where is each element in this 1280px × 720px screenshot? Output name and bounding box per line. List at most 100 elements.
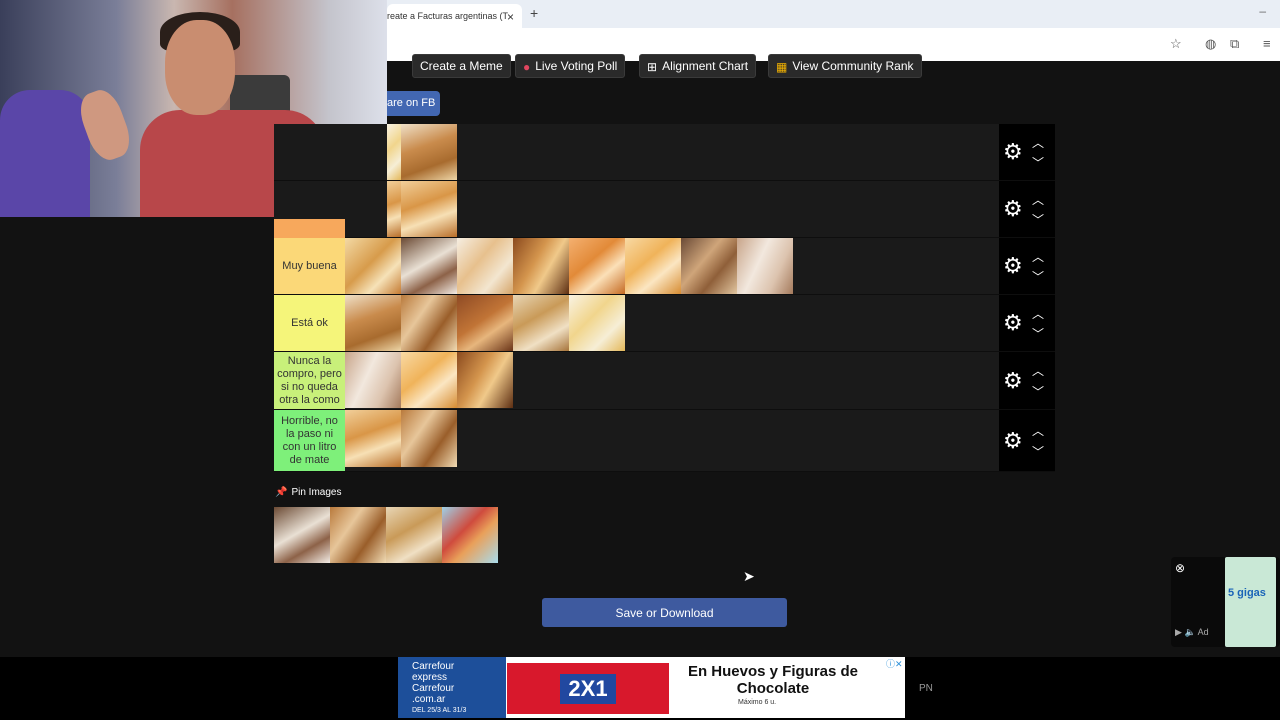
tier-controls: ⚙ ︿ ﹀ (999, 238, 1055, 294)
gear-icon[interactable]: ⚙ (1003, 139, 1023, 165)
pinned-image[interactable] (442, 507, 498, 563)
alignment-chart-button[interactable]: ⊞ Alignment Chart (639, 54, 757, 78)
tier-image[interactable] (387, 181, 401, 237)
tier-items (345, 295, 625, 351)
bottom-ad-banner[interactable]: Carrefour express Carrefour .com.ar DEL … (398, 657, 905, 718)
tier-image[interactable] (401, 124, 457, 180)
tier-controls: ⚙ ︿ ﹀ (999, 295, 1055, 351)
pinned-image[interactable] (386, 507, 442, 563)
tier-controls: ⚙ ︿ ﹀ (999, 181, 1055, 237)
tier-image[interactable] (737, 238, 793, 294)
tier-image[interactable] (387, 124, 401, 180)
save-or-download-button[interactable]: Save or Download (542, 598, 787, 627)
chevron-up-icon[interactable]: ︿ (1032, 422, 1044, 439)
chevron-down-icon[interactable]: ﹀ (1032, 154, 1044, 171)
tier-image[interactable] (401, 410, 457, 467)
tier-image[interactable] (457, 238, 513, 294)
tier-image[interactable] (681, 238, 737, 294)
tier-row: ⚙ ︿ ﹀ (274, 181, 1055, 238)
tier-image[interactable] (513, 238, 569, 294)
gear-icon[interactable]: ⚙ (1003, 196, 1023, 222)
minimize-icon[interactable]: – (1259, 4, 1266, 18)
colorful-grid-icon: ▦ (776, 60, 788, 74)
pinned-image[interactable] (274, 507, 330, 563)
tier-items (345, 238, 793, 294)
pn-label: PN (919, 683, 933, 694)
pinned-image[interactable] (330, 507, 386, 563)
pin-images-tray (274, 507, 498, 563)
tab-close-icon[interactable]: × (507, 10, 514, 24)
tier-items (345, 410, 457, 471)
ad-info-icon[interactable]: ⓘ✕ (886, 657, 903, 670)
tier-label[interactable]: Muy buena (274, 238, 345, 294)
chevron-down-icon[interactable]: ﹀ (1032, 443, 1044, 460)
tier-row-esta-ok: Está ok ⚙ ︿ ﹀ (274, 295, 1055, 352)
create-meme-button[interactable]: Create a Meme (412, 54, 511, 78)
close-icon[interactable]: ⊗ (1175, 561, 1185, 575)
play-icon[interactable]: ▶ (1175, 627, 1182, 637)
bookmark-star-icon[interactable]: ☆ (1170, 36, 1182, 52)
gear-icon[interactable]: ⚙ (1003, 253, 1023, 279)
chevron-up-icon[interactable]: ︿ (1032, 191, 1044, 208)
tier-image[interactable] (457, 295, 513, 351)
side-ad-card[interactable]: 5 gigas (1225, 557, 1276, 647)
tier-controls: ⚙ ︿ ﹀ (999, 124, 1055, 180)
tier-items (345, 352, 513, 409)
tier-label[interactable] (274, 219, 345, 238)
tier-row-horrible: Horrible, no la paso ni con un litro de … (274, 410, 1055, 472)
tier-label[interactable] (274, 124, 345, 180)
gear-icon[interactable]: ⚙ (1003, 368, 1023, 394)
chevron-up-icon[interactable]: ︿ (1032, 305, 1044, 322)
tier-label[interactable]: Está ok (274, 295, 345, 351)
chevron-up-icon[interactable]: ︿ (1032, 248, 1044, 265)
pin-images-label[interactable]: 📌 Pin Images (275, 487, 341, 498)
view-community-rank-button[interactable]: ▦ View Community Rank (768, 54, 922, 78)
new-tab-button[interactable]: + (530, 5, 538, 21)
share-on-fb-button[interactable]: are on FB (387, 91, 440, 116)
ad-promo-block: 2X1 (507, 663, 669, 714)
live-voting-poll-button[interactable]: ● Live Voting Poll (515, 54, 626, 78)
tier-label[interactable]: Nunca la compro, pero si no queda otra l… (274, 352, 345, 409)
chevron-down-icon[interactable]: ﹀ (1032, 325, 1044, 342)
red-dot-icon: ● (523, 60, 531, 74)
ad-limit: Máximo 6 u. (738, 699, 777, 706)
tier-image[interactable] (569, 295, 625, 351)
chevron-up-icon[interactable]: ︿ (1032, 134, 1044, 151)
grid-icon: ⊞ (647, 60, 658, 74)
tier-row-nunca: Nunca la compro, pero si no queda otra l… (274, 352, 1055, 410)
tier-image[interactable] (401, 238, 457, 294)
tier-label[interactable]: Horrible, no la paso ni con un litro de … (274, 410, 345, 471)
puzzle-icon[interactable]: ⧉ (1230, 36, 1239, 52)
chevron-down-icon[interactable]: ﹀ (1032, 268, 1044, 285)
tier-image[interactable] (345, 238, 401, 294)
tier-image[interactable] (457, 352, 513, 408)
tier-controls: ⚙ ︿ ﹀ (999, 410, 1055, 471)
tier-image[interactable] (401, 352, 457, 408)
tier-image[interactable] (401, 181, 457, 237)
mouse-cursor-icon: ➤ (743, 568, 755, 584)
chevron-down-icon[interactable]: ﹀ (1032, 383, 1044, 400)
tier-row-muy-buena: Muy buena ⚙ ︿ ﹀ (274, 238, 1055, 295)
tier-items (387, 181, 457, 237)
pin-icon: 📌 (275, 487, 288, 498)
volume-icon[interactable]: 🔈 (1184, 627, 1195, 637)
chevron-down-icon[interactable]: ﹀ (1032, 211, 1044, 228)
tier-image[interactable] (345, 295, 401, 351)
tier-image[interactable] (513, 295, 569, 351)
tier-image[interactable] (625, 238, 681, 294)
tier-image[interactable] (401, 295, 457, 351)
tier-image[interactable] (345, 352, 401, 408)
ad-headline: En Huevos y Figuras de Chocolate (687, 663, 859, 697)
browser-tab[interactable]: reate a Facturas argentinas (T × (387, 4, 522, 28)
browser-chrome: reate a Facturas argentinas (T × + – ☆ ◍… (387, 0, 1280, 61)
gear-icon[interactable]: ⚙ (1003, 428, 1023, 454)
menu-icon[interactable]: ≡ (1263, 36, 1271, 51)
extension-icon[interactable]: ◍ (1205, 36, 1216, 52)
tier-list: ⚙ ︿ ﹀ ⚙ ︿ ﹀ Muy buena ⚙ ︿ ﹀ Está ok ⚙ ︿ … (274, 124, 1055, 472)
tier-image[interactable] (345, 410, 401, 467)
gear-icon[interactable]: ⚙ (1003, 310, 1023, 336)
tab-title: reate a Facturas argentinas (T (387, 11, 509, 21)
chevron-up-icon[interactable]: ︿ (1032, 362, 1044, 379)
side-ad-controls: ▶ 🔈 Ad (1175, 627, 1209, 637)
tier-image[interactable] (569, 238, 625, 294)
